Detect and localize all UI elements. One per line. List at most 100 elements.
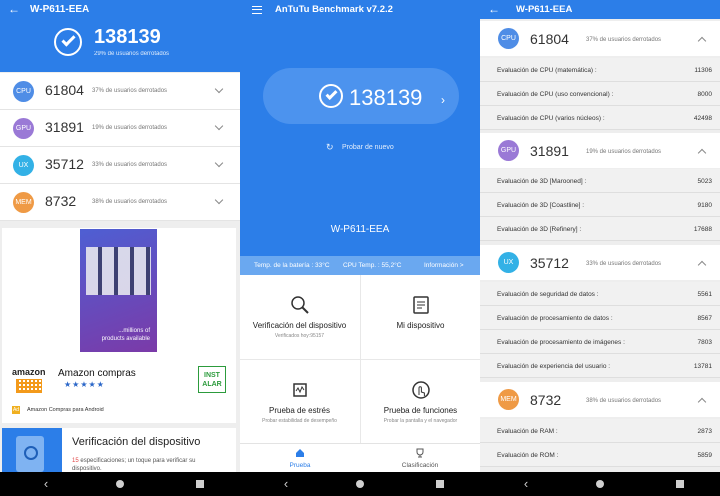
chevron-down-icon[interactable] — [214, 158, 224, 168]
detail-label: Evaluación de seguridad de datos : — [497, 291, 599, 298]
chevron-down-icon[interactable] — [214, 121, 224, 131]
info-link[interactable]: Información > — [424, 262, 464, 269]
total-score: 138139 — [94, 26, 161, 48]
function-test-tile[interactable]: Prueba de funciones Probar la pantalla y… — [361, 360, 480, 443]
cpu-percentile: 37% de usuarios derrotados — [92, 88, 168, 94]
back-arrow-icon[interactable]: ← — [8, 2, 20, 16]
nav-recents-button[interactable] — [676, 480, 684, 488]
retry-button[interactable]: Probar de nuevo — [342, 144, 394, 151]
detail-value: 42498 — [693, 115, 712, 122]
chevron-down-icon[interactable] — [214, 84, 224, 94]
chevron-up-icon[interactable] — [697, 36, 707, 46]
detail-value: 2873 — [697, 428, 712, 435]
cpu-temp: CPU Temp. : 55,2°C — [343, 262, 402, 269]
cpu-section-header[interactable]: CPU 61804 37% de usuarios derrotados — [480, 21, 720, 56]
feature-grid: Verificación del dispositivo Verificados… — [240, 275, 480, 443]
nav-home-button[interactable] — [116, 480, 124, 488]
rating-stars: ★★★★★ — [64, 380, 105, 389]
detail-label: Evaluación de CPU (matemática) : — [497, 67, 597, 74]
install-button[interactable]: INST ALAR — [198, 366, 226, 393]
cpu-score: 61804 — [45, 82, 84, 98]
gpu-percentile: 19% de usuarios derrotados — [92, 125, 168, 131]
summary-header: ← W-P611-EEA 138139 29% de usuarios derr… — [0, 0, 240, 72]
device-verification-card[interactable]: Verificación del dispositivo 15 especifi… — [2, 428, 236, 472]
nav-back-button[interactable]: ‹ — [276, 472, 296, 496]
install-label-line1: INST — [204, 372, 220, 379]
detail-value: 9180 — [697, 202, 712, 209]
check-circle-icon — [319, 84, 343, 108]
mem-percentile: 38% de usuarios derrotados — [92, 199, 168, 205]
my-device-tile[interactable]: Mi dispositivo — [361, 275, 480, 358]
detail-row: Evaluación de 3D [Marooned] : 5023 — [480, 169, 720, 193]
magnifier-icon — [290, 296, 309, 314]
tab-label: Clasificación — [401, 462, 439, 469]
back-arrow-icon[interactable]: ← — [488, 2, 500, 16]
verification-title: Verificación del dispositivo — [72, 436, 201, 448]
nav-home-button[interactable] — [356, 480, 364, 488]
stress-test-tile[interactable]: Prueba de estrés Probar estabilidad de d… — [240, 360, 359, 443]
ad-subtitle: Amazon Compras para Android — [27, 407, 104, 413]
ad-title: Amazon compras — [58, 368, 136, 379]
detail-header: ← W-P611-EEA — [480, 0, 720, 19]
tile-sublabel: Probar la pantalla y el navegador — [383, 418, 458, 424]
chevron-up-icon[interactable] — [697, 148, 707, 158]
mem-section-header[interactable]: MEM 8732 38% de usuarios derrotados — [480, 382, 720, 417]
chevron-right-icon: › — [441, 93, 445, 107]
antutu-home-screen: AnTuTu Benchmark v7.2.2 138139 › ↻ Proba… — [240, 0, 480, 472]
detail-label: Evaluación de 3D [Marooned] : — [497, 178, 587, 185]
detail-row: Evaluación de experiencia del usuario : 1… — [480, 354, 720, 378]
chevron-up-icon[interactable] — [697, 397, 707, 407]
tile-label: Verificación del dispositivo — [252, 321, 347, 330]
bottom-tab-bar: Prueba Clasificación — [240, 443, 480, 472]
app-title: AnTuTu Benchmark v7.2.2 — [275, 4, 393, 15]
total-score: 138139 — [349, 85, 423, 110]
tile-label: Prueba de funciones — [383, 406, 458, 415]
mem-score-row[interactable]: MEM 8732 38% de usuarios derrotados — [0, 184, 240, 221]
score-breakdown-list: CPU 61804 37% de usuarios derrotados GPU… — [0, 73, 240, 221]
ad-image-caption-line2: products available — [101, 336, 150, 342]
cpu-score-row[interactable]: CPU 61804 37% de usuarios derrotados — [0, 73, 240, 110]
tile-label: Mi dispositivo — [396, 321, 445, 330]
gpu-score-row[interactable]: GPU 31891 19% de usuarios derrotados — [0, 110, 240, 147]
nav-back-button[interactable]: ‹ — [516, 472, 536, 496]
tab-ranking[interactable]: Clasificación — [360, 444, 480, 472]
ux-score-row[interactable]: UX 35712 33% de usuarios derrotados — [0, 147, 240, 184]
score-detail-screen: ← W-P611-EEA CPU 61804 37% de usuarios d… — [480, 0, 720, 472]
nav-recents-button[interactable] — [196, 480, 204, 488]
verification-desc-text: especificaciones; un toque para verifica… — [72, 458, 196, 472]
chevron-down-icon[interactable] — [214, 195, 224, 205]
detail-label: Evaluación de CPU (varios núcleos) : — [497, 115, 605, 122]
device-title: W-P611-EEA — [30, 4, 90, 15]
tile-label: Prueba de estrés — [269, 406, 330, 415]
ux-score: 35712 — [45, 156, 84, 172]
cpu-badge-icon: CPU — [13, 81, 34, 102]
detail-label: Evaluación de 3D [Refinery] : — [497, 226, 582, 233]
amazon-logo-icon: amazon — [12, 367, 48, 395]
detail-label: Evaluación de experiencia del usuario : — [497, 363, 611, 370]
total-score-button[interactable]: 138139 › — [263, 68, 459, 124]
refresh-icon: ↻ — [326, 142, 334, 152]
detail-row: Evaluación de RAM : 2873 — [480, 419, 720, 443]
section-percentile: 38% de usuarios derrotados — [586, 398, 662, 404]
tab-test[interactable]: Prueba — [240, 444, 360, 472]
chevron-up-icon[interactable] — [697, 260, 707, 270]
detail-row: Evaluación de CPU (varios núcleos) : 4249… — [480, 106, 720, 130]
detail-row: Evaluación de seguridad de datos : 5561 — [480, 282, 720, 306]
ux-section-header[interactable]: UX 35712 33% de usuarios derrotados — [480, 245, 720, 280]
home-header: AnTuTu Benchmark v7.2.2 138139 › ↻ Proba… — [240, 0, 480, 256]
hamburger-menu-icon[interactable] — [252, 6, 262, 14]
amazon-ad-card[interactable]: ...millions of products available amazon… — [2, 228, 236, 423]
ux-percentile: 33% de usuarios derrotados — [92, 162, 168, 168]
gpu-section-header[interactable]: GPU 31891 19% de usuarios derrotados — [480, 133, 720, 168]
nav-home-button[interactable] — [596, 480, 604, 488]
tile-sublabel: Verificados hoy:95157 — [274, 333, 325, 339]
tab-label: Prueba — [289, 462, 311, 469]
detail-label: Evaluación de RAM : — [497, 428, 558, 435]
ad-app-screenshot: ...millions of products available — [80, 229, 157, 352]
verification-count: 15 — [72, 458, 79, 464]
nav-recents-button[interactable] — [436, 480, 444, 488]
detail-label: Evaluación de 3D [Coastline] : — [497, 202, 585, 209]
nav-back-button[interactable]: ‹ — [36, 472, 56, 496]
device-verification-tile[interactable]: Verificación del dispositivo Verificados… — [240, 275, 359, 358]
mem-badge-icon: MEM — [13, 192, 34, 213]
